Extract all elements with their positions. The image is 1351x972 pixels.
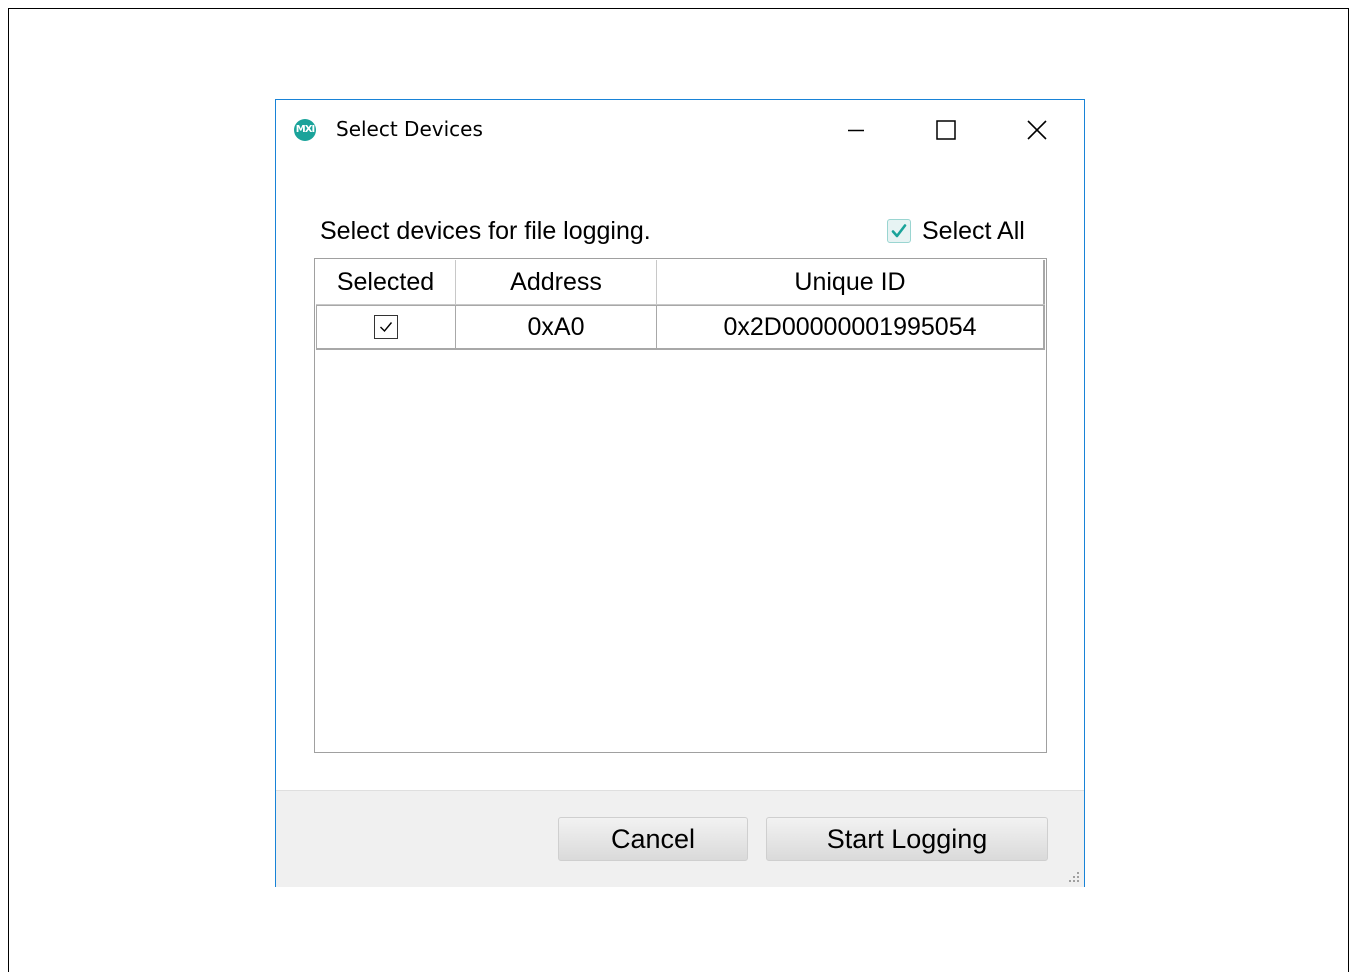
column-header-unique-id[interactable]: Unique ID [657,260,1045,304]
cancel-button[interactable]: Cancel [558,817,748,861]
minimize-button[interactable] [833,100,879,160]
selected-cell[interactable] [316,306,456,348]
close-icon [1027,120,1047,140]
column-header-address[interactable]: Address [456,260,657,304]
row-checkbox[interactable] [374,315,398,339]
window-title: Select Devices [336,117,483,141]
start-logging-button[interactable]: Start Logging [766,817,1048,861]
checkmark-icon[interactable] [887,219,911,243]
address-cell[interactable]: 0xA0 [456,306,657,348]
grid-header: Selected Address Unique ID [316,260,1045,305]
checkmark-icon [380,322,393,333]
resize-grip-icon[interactable] [1066,869,1080,883]
column-header-selected[interactable]: Selected [316,260,456,304]
select-devices-dialog: MXI Select Devices Select devices for fi… [275,99,1085,887]
select-all-checkbox[interactable]: Select All [887,216,1025,246]
unique-id-cell[interactable]: 0x2D00000001995054 [657,306,1045,348]
close-button[interactable] [1014,100,1060,160]
app-logo-icon: MXI [294,119,316,141]
dialog-footer: Cancel Start Logging [276,790,1084,887]
maximize-button[interactable] [923,100,969,160]
select-all-label: Select All [922,216,1025,245]
table-row[interactable]: 0xA0 0x2D00000001995054 [316,305,1045,350]
instruction-text: Select devices for file logging. [320,217,651,245]
maximize-icon [936,120,956,140]
title-bar[interactable]: MXI Select Devices [276,100,1084,160]
minimize-icon [848,129,864,132]
devices-grid[interactable]: Selected Address Unique ID 0xA0 0x2D0000… [314,258,1047,753]
